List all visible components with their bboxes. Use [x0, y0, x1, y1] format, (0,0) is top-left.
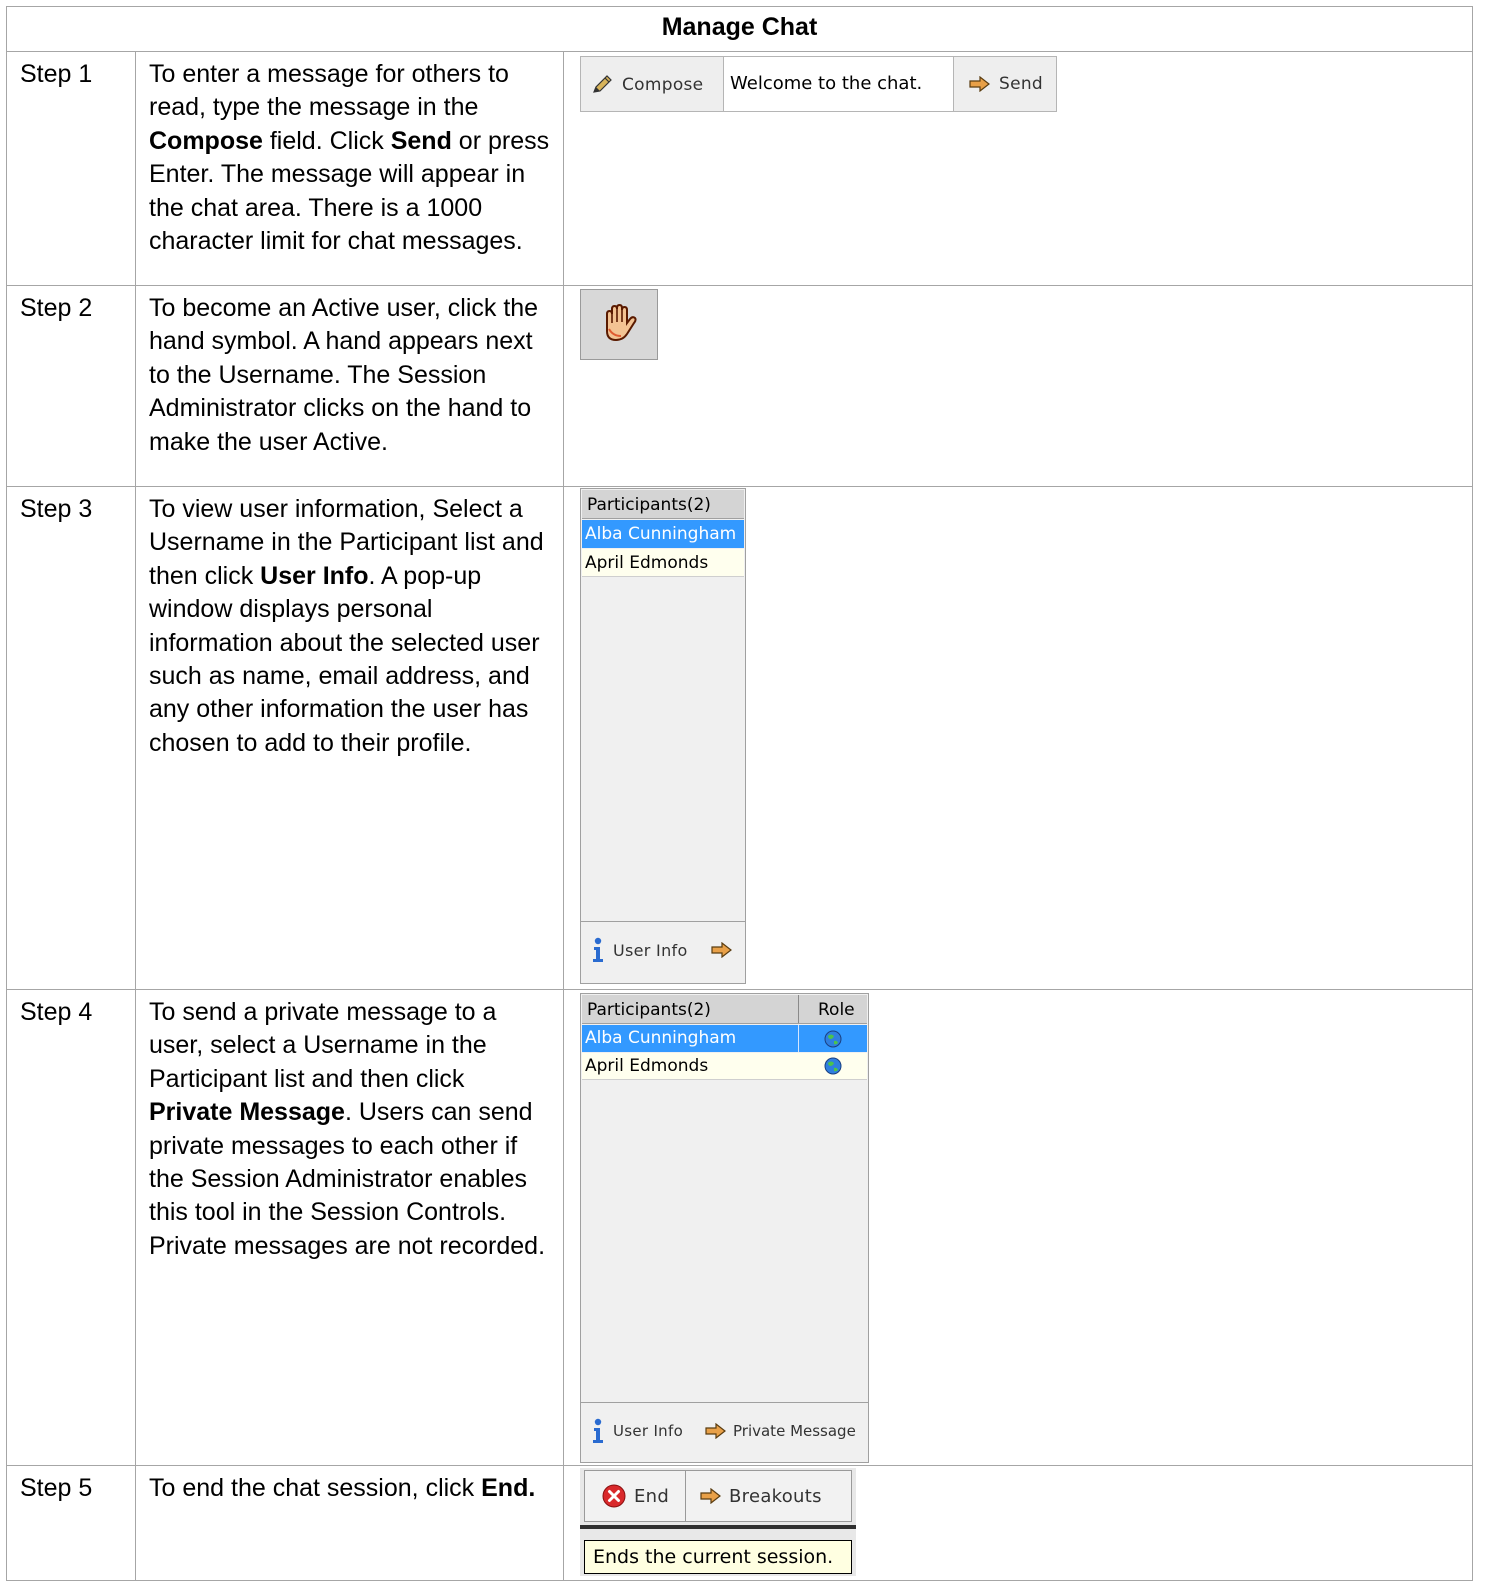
text-segment: To enter a message for others to read, t…: [149, 60, 509, 122]
participants-header-label: Participants(2): [587, 1000, 711, 1020]
arrow-right-icon: [700, 1488, 722, 1504]
step-4-label: Step 4: [6, 989, 136, 1466]
arrow-right-icon: [705, 1423, 727, 1439]
compose-input-value: Welcome to the chat.: [730, 73, 923, 94]
send-button[interactable]: Send: [957, 57, 1056, 111]
manage-chat-table: Manage Chat Step 1 To enter a message fo…: [6, 6, 1473, 1581]
step-1-label: Step 1: [6, 51, 136, 286]
participants-panel-with-role: Participants(2) Role Alba Cunningham Apr…: [580, 993, 869, 1463]
step-5-illustration: End Breakouts Ends the current session.: [563, 1465, 1473, 1581]
compose-input[interactable]: Welcome to the chat.: [723, 57, 954, 111]
participants-footer: User Info Private Message: [581, 1402, 868, 1463]
participant-name: Alba Cunningham: [585, 524, 737, 544]
bold-term: Private Message: [149, 1098, 345, 1127]
tooltip-text: Ends the current session.: [593, 1546, 834, 1568]
globe-icon: [824, 1030, 842, 1048]
private-message-label: Private Message: [733, 1422, 856, 1440]
end-button[interactable]: End: [584, 1470, 686, 1522]
info-icon: [591, 937, 605, 963]
participants-footer: User Info: [581, 921, 745, 984]
step-3-label: Step 3: [6, 486, 136, 990]
end-label: End: [634, 1485, 670, 1507]
user-info-label: User Info: [613, 1422, 684, 1440]
text-segment: . A pop-up window displays personal info…: [149, 561, 540, 757]
user-info-button[interactable]: User Info: [591, 1417, 683, 1445]
participant-name: Alba Cunningham: [585, 1028, 737, 1048]
step-4-text: To send a private message to a user, sel…: [135, 989, 564, 1466]
participant-name: April Edmonds: [585, 553, 709, 573]
hand-icon: [599, 303, 639, 343]
participants-header: Participants(2) Role: [582, 995, 867, 1024]
session-toolbar: End Breakouts Ends the current session.: [580, 1468, 856, 1576]
toolbar-divider: [580, 1525, 856, 1529]
compose-label-group: Compose: [591, 73, 703, 97]
pencil-icon: [591, 74, 615, 96]
user-info-button[interactable]: User Info: [591, 936, 688, 964]
user-info-label: User Info: [613, 940, 688, 960]
step-3-text: To view user information, Select a Usern…: [135, 486, 564, 990]
text-segment: field. Click: [262, 126, 391, 155]
raise-hand-button[interactable]: [580, 289, 658, 360]
breakouts-button[interactable]: Breakouts: [686, 1470, 852, 1522]
arrow-right-icon[interactable]: [711, 942, 733, 958]
compose-label: Compose: [622, 75, 704, 95]
participants-header-label: Participants(2): [587, 495, 711, 515]
table-title: Manage Chat: [6, 6, 1473, 52]
step-4-illustration: Participants(2) Role Alba Cunningham Apr…: [563, 989, 1473, 1466]
text-segment: To send a private message to a user, sel…: [149, 998, 497, 1093]
text-segment: To become an Active user, click the hand…: [149, 294, 539, 456]
step-2-illustration: [563, 285, 1473, 487]
column-divider: [798, 1025, 799, 1052]
step-2-label: Step 2: [6, 285, 136, 487]
participant-row-selected[interactable]: Alba Cunningham: [582, 520, 744, 548]
step-3-illustration: Participants(2) Alba Cunningham April Ed…: [563, 486, 1473, 990]
role-header-label: Role: [818, 1000, 855, 1020]
participants-panel: Participants(2) Alba Cunningham April Ed…: [580, 488, 746, 984]
participant-row[interactable]: April Edmonds: [582, 549, 744, 577]
arrow-right-icon: [969, 76, 991, 92]
bold-term: Compose: [149, 126, 263, 155]
breakouts-label: Breakouts: [729, 1485, 822, 1507]
bold-term: Send: [390, 126, 452, 155]
participant-row-selected[interactable]: Alba Cunningham: [582, 1025, 867, 1052]
bold-term: End.: [481, 1474, 536, 1502]
compose-bar: Compose Welcome to the chat. Send: [580, 56, 1057, 112]
text-segment: To end the chat session, click: [149, 1474, 482, 1502]
globe-icon: [824, 1057, 842, 1075]
private-message-button[interactable]: Private Message: [705, 1417, 856, 1445]
stop-x-icon: [602, 1484, 626, 1508]
step-1-illustration: Compose Welcome to the chat. Send: [563, 51, 1473, 286]
participant-row[interactable]: April Edmonds: [582, 1053, 867, 1080]
step-2-text: To become an Active user, click the hand…: [135, 285, 564, 487]
step-5-label: Step 5: [6, 1465, 136, 1581]
info-icon: [591, 1418, 605, 1444]
tooltip: Ends the current session.: [584, 1540, 852, 1574]
participants-header: Participants(2): [582, 490, 744, 519]
step-5-text: To end the chat session, click End.: [135, 1465, 564, 1581]
column-divider: [798, 995, 799, 1023]
participant-name: April Edmonds: [585, 1056, 709, 1076]
step-1-text: To enter a message for others to read, t…: [135, 51, 564, 286]
bold-term: User Info: [260, 561, 369, 590]
send-label: Send: [999, 74, 1044, 94]
